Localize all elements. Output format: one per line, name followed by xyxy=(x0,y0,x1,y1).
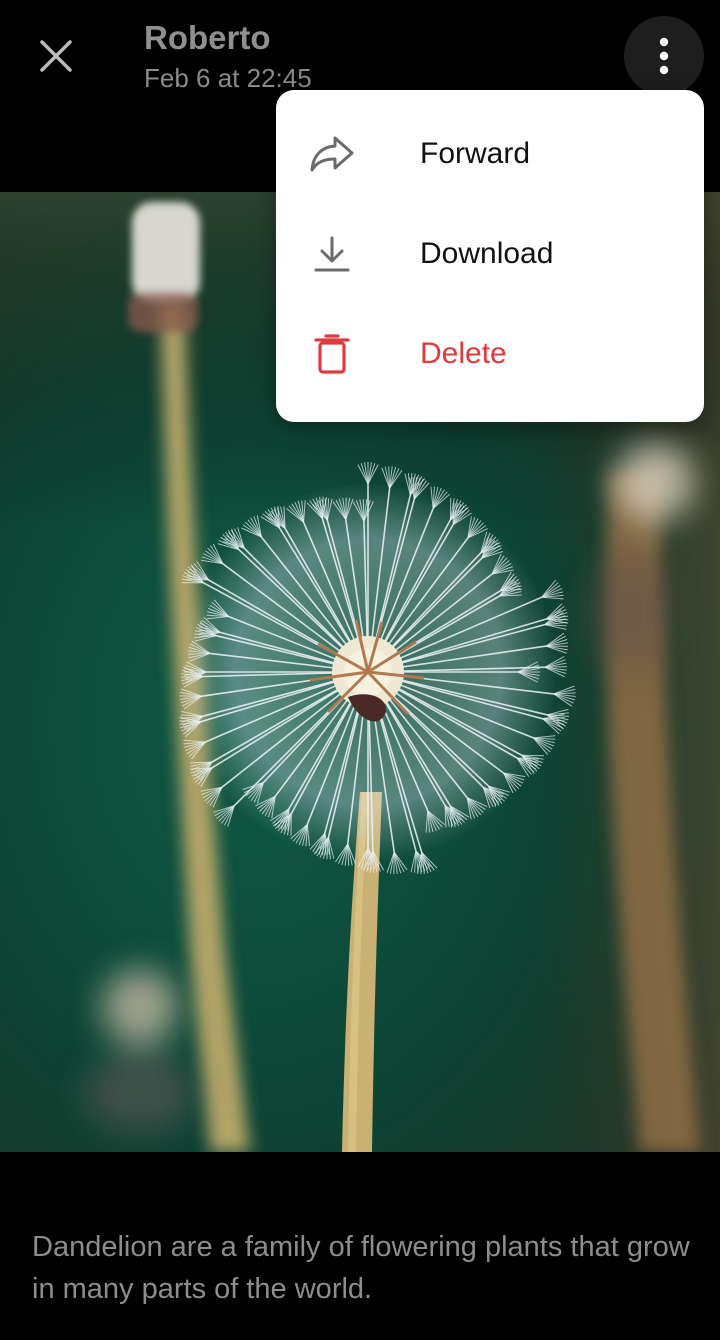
more-vertical-icon xyxy=(659,37,669,75)
menu-item-download[interactable]: Download xyxy=(276,204,704,304)
more-options-button[interactable] xyxy=(624,16,704,96)
message-timestamp: Feb 6 at 22:45 xyxy=(144,63,312,93)
menu-item-delete[interactable]: Delete xyxy=(276,304,704,404)
context-menu: Forward Download Delete xyxy=(276,90,704,422)
photo-caption: Dandelion are a family of flowering plan… xyxy=(32,1231,690,1305)
menu-item-label: Forward xyxy=(420,137,531,170)
menu-item-label: Download xyxy=(420,237,554,270)
download-icon xyxy=(304,226,360,282)
trash-icon xyxy=(304,326,360,382)
menu-item-label: Delete xyxy=(420,337,507,370)
close-button[interactable] xyxy=(20,20,92,92)
photo-viewer-screen: Roberto Feb 6 at 22:45 Forward Download … xyxy=(0,0,720,1340)
forward-icon xyxy=(304,126,360,182)
menu-item-forward[interactable]: Forward xyxy=(276,104,704,204)
close-icon xyxy=(40,40,72,72)
sender-name: Roberto xyxy=(144,19,271,56)
